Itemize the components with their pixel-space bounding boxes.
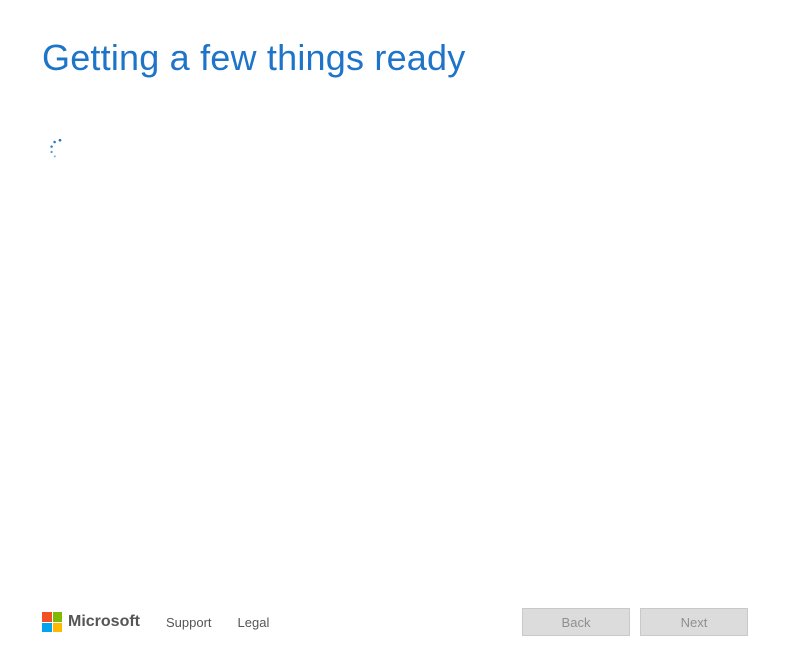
main-content: Getting a few things ready <box>0 0 790 161</box>
next-button[interactable]: Next <box>640 608 748 636</box>
microsoft-logo-icon <box>42 612 62 632</box>
microsoft-brand: Microsoft <box>42 612 140 632</box>
legal-link[interactable]: Legal <box>238 615 270 630</box>
footer-left: Microsoft Support Legal <box>42 612 269 632</box>
loading-spinner-icon <box>48 137 72 161</box>
back-button[interactable]: Back <box>522 608 630 636</box>
support-link[interactable]: Support <box>166 615 212 630</box>
page-title: Getting a few things ready <box>42 36 748 79</box>
microsoft-label: Microsoft <box>68 613 140 631</box>
footer-bar: Microsoft Support Legal Back Next <box>0 585 790 659</box>
footer-right: Back Next <box>522 608 748 636</box>
